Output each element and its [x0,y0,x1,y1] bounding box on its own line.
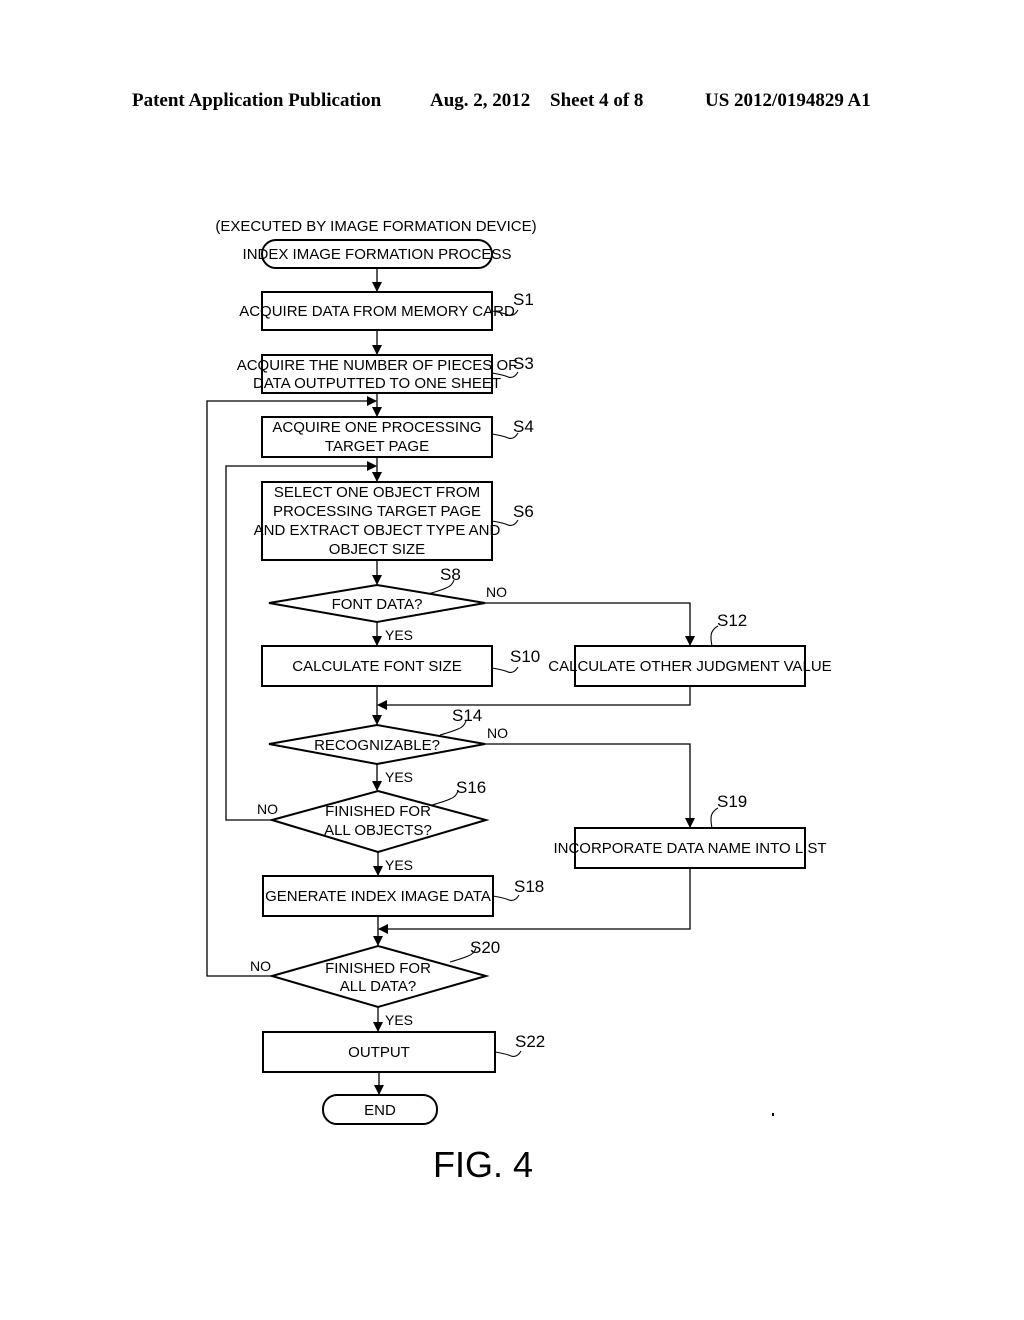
step-s22-label: S22 [515,1032,545,1051]
decision-s14-text: RECOGNIZABLE? [314,737,440,754]
decision-s20: FINISHED FOR ALL DATA? S20 YES NO [250,938,500,1028]
step-s1: ACQUIRE DATA FROM MEMORY CARD S1 [239,290,534,331]
step-s10: CALCULATE FONT SIZE S10 [261,645,540,687]
decision-s16-yes: YES [385,857,413,873]
step-s6: SELECT ONE OBJECT FROM PROCESSING TARGET… [254,481,534,561]
decision-s8-text: FONT DATA? [332,596,423,613]
decision-s8-no: NO [486,584,507,600]
arrow-s8-s12 [485,602,695,646]
decision-s16: FINISHED FOR ALL OBJECTS? S16 YES NO [257,778,490,873]
step-s12-text: CALCULATE OTHER JUDGMENT VALUE [548,658,831,675]
step-s22-text: OUTPUT [348,1044,410,1061]
step-s18: GENERATE INDEX IMAGE DATA S18 [262,875,544,917]
decision-s14-label: S14 [452,706,482,725]
scan-artifact [772,1113,774,1116]
step-s1-label: S1 [513,290,534,309]
decision-s20-yes: YES [385,1012,413,1028]
decision-s20-label: S20 [470,938,500,957]
decision-s8: FONT DATA? S8 YES NO [268,565,507,643]
step-s3-label: S3 [513,354,534,373]
step-s4-label: S4 [513,417,534,436]
step-s4-text-2: TARGET PAGE [325,438,429,455]
step-s3-text-2: DATA OUTPUTTED TO ONE SHEET [253,375,501,392]
flowchart: (EXECUTED BY IMAGE FORMATION DEVICE) IND… [206,218,832,1185]
step-s10-label: S10 [510,647,540,666]
step-s19-text: INCORPORATE DATA NAME INTO LIST [553,840,826,857]
decision-s20-text-1: FINISHED FOR [325,960,431,977]
step-s1-text: ACQUIRE DATA FROM MEMORY CARD [239,303,515,320]
step-s6-text-3: AND EXTRACT OBJECT TYPE AND [254,522,501,539]
step-s18-label: S18 [514,877,544,896]
step-s6-text-2: PROCESSING TARGET PAGE [273,503,481,520]
decision-s16-no: NO [257,801,278,817]
step-s4: ACQUIRE ONE PROCESSING TARGET PAGE S4 [261,416,534,458]
step-s4-text-1: ACQUIRE ONE PROCESSING [272,419,481,436]
executor-note: (EXECUTED BY IMAGE FORMATION DEVICE) [215,218,536,235]
start-label: INDEX IMAGE FORMATION PROCESS [243,246,512,263]
decision-s20-text-2: ALL DATA? [340,978,416,995]
step-s6-text-1: SELECT ONE OBJECT FROM [274,484,480,501]
step-s19-label: S19 [717,792,747,811]
figure-caption: FIG. 4 [433,1144,533,1185]
step-s22: OUTPUT S22 [262,1031,545,1073]
decision-s14-no: NO [487,725,508,741]
arrow-s12-merge [377,686,691,710]
arrow-s14-s19 [485,743,695,828]
end-label: END [364,1102,396,1119]
step-s6-label: S6 [513,502,534,521]
step-s10-text: CALCULATE FONT SIZE [292,658,461,675]
decision-s8-label: S8 [440,565,461,584]
step-s6-text-4: OBJECT SIZE [329,541,425,558]
step-s3-text-1: ACQUIRE THE NUMBER OF PIECES OF [237,357,518,374]
decision-s20-no: NO [250,958,271,974]
step-s18-text: GENERATE INDEX IMAGE DATA [265,888,491,905]
decision-s16-label: S16 [456,778,486,797]
decision-s8-yes: YES [385,627,413,643]
step-s3: ACQUIRE THE NUMBER OF PIECES OF DATA OUT… [237,354,534,394]
start-terminal: INDEX IMAGE FORMATION PROCESS [243,239,512,269]
decision-s14: RECOGNIZABLE? S14 YES NO [268,706,508,785]
decision-s16-text-1: FINISHED FOR [325,803,431,820]
decision-s14-yes: YES [385,769,413,785]
decision-s16-text-2: ALL OBJECTS? [324,822,432,839]
step-s12-label: S12 [717,611,747,630]
end-terminal: END [322,1094,438,1125]
